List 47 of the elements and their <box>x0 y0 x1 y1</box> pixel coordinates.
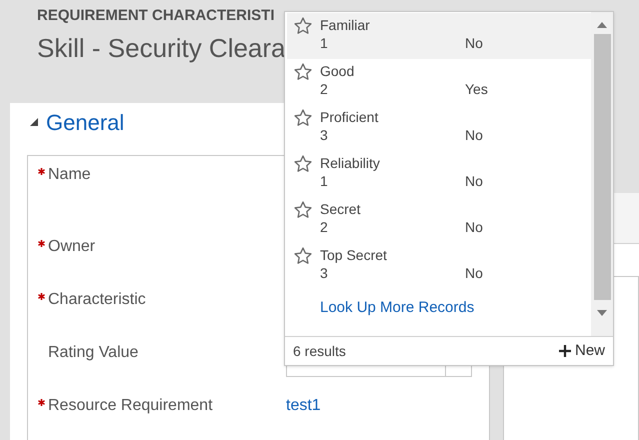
star-icon <box>293 246 313 266</box>
star-icon <box>293 62 313 82</box>
result-value: 3 <box>320 264 329 282</box>
result-default: No <box>465 172 483 190</box>
star-icon <box>293 200 313 220</box>
result-item[interactable]: Familiar 1 No <box>287 13 591 59</box>
field-label: Characteristic <box>48 290 147 310</box>
record-title: Skill - Security Cleara <box>37 32 286 65</box>
scroll-up-icon[interactable] <box>597 22 607 28</box>
section-title: General <box>46 108 124 136</box>
result-default: Yes <box>465 80 488 98</box>
star-icon <box>293 108 313 128</box>
result-value: 1 <box>320 172 329 190</box>
result-name: Reliability <box>320 154 381 172</box>
field-label: Name <box>48 165 92 185</box>
new-button[interactable]: New <box>558 340 605 362</box>
result-count: 6 results <box>293 342 346 360</box>
collapse-icon[interactable] <box>30 118 38 126</box>
field-label: Owner <box>48 237 96 257</box>
result-default: No <box>465 218 483 236</box>
look-up-more-link[interactable]: Look Up More Records <box>320 297 474 320</box>
required-icon <box>38 293 45 300</box>
scroll-thumb[interactable] <box>594 34 610 300</box>
result-default: No <box>465 126 483 144</box>
result-name: Familiar <box>320 16 371 34</box>
result-name: Proficient <box>320 108 380 126</box>
required-icon <box>38 240 45 247</box>
result-default: No <box>465 34 483 52</box>
required-icon <box>38 399 45 406</box>
result-value: 2 <box>320 218 329 236</box>
result-name: Top Secret <box>320 246 388 264</box>
result-name: Secret <box>320 200 362 218</box>
star-icon <box>293 154 313 174</box>
star-icon <box>293 16 313 36</box>
result-value: 1 <box>320 34 329 52</box>
plus-icon <box>558 345 571 357</box>
lookup-link[interactable]: test1 <box>286 395 321 417</box>
scrollbar[interactable] <box>591 12 613 336</box>
required-icon <box>38 168 45 175</box>
result-default: No <box>465 264 483 282</box>
scroll-down-icon[interactable] <box>597 310 607 316</box>
entity-label: REQUIREMENT CHARACTERISTI <box>37 6 275 26</box>
result-value: 3 <box>320 126 329 144</box>
field-label: Resource Requirement <box>48 396 214 416</box>
result-name: Good <box>320 62 356 80</box>
result-value: 2 <box>320 80 329 98</box>
field-label: Rating Value <box>48 343 140 363</box>
